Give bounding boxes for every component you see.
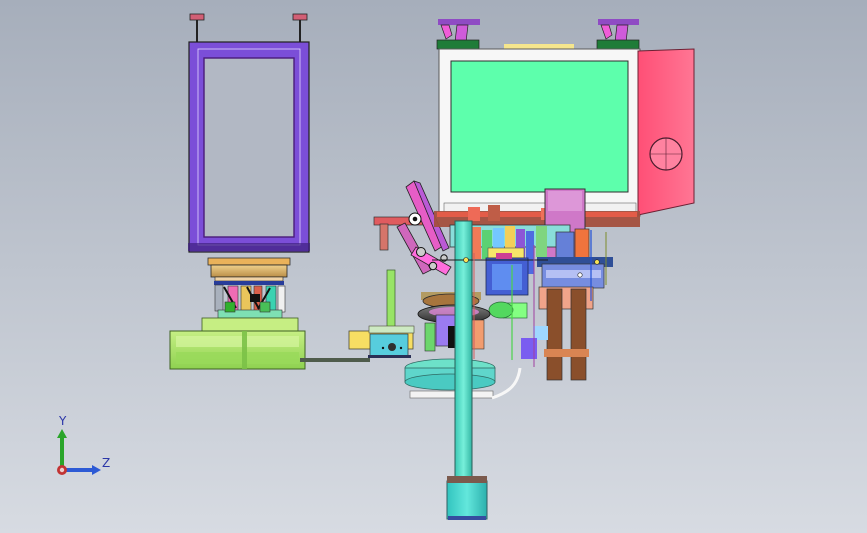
- axis-y-label: Y: [59, 414, 67, 428]
- machine-assembly-scene[interactable]: [0, 0, 867, 533]
- pink-side-panel: [637, 48, 695, 216]
- left-rotary-stack: [207, 257, 291, 319]
- cad-viewport[interactable]: Y Z: [0, 0, 867, 533]
- green-cabinet: [438, 48, 641, 217]
- axis-z-label: Z: [102, 456, 111, 470]
- purple-frame: [188, 41, 310, 253]
